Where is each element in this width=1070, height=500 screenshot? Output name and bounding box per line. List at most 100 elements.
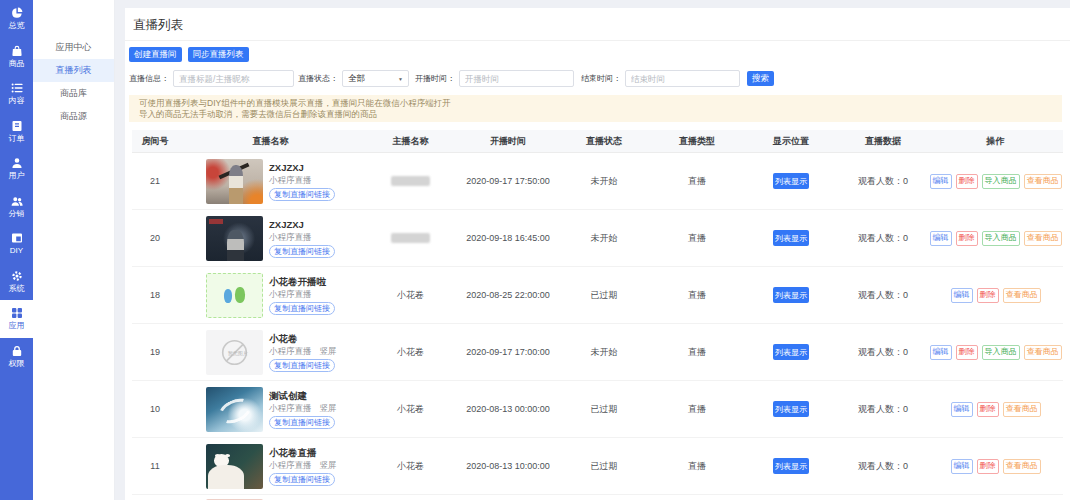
create-live-room-button[interactable]: 创建直播间 bbox=[129, 47, 182, 62]
delete-action-button[interactable]: 删除 bbox=[977, 459, 999, 474]
live-type-cell: 直播 bbox=[650, 210, 744, 266]
delete-action-button[interactable]: 删除 bbox=[956, 231, 978, 246]
sidebar-item-label: 总览 bbox=[9, 21, 25, 30]
delete-action-button[interactable]: 删除 bbox=[977, 288, 999, 303]
live-cover-thumbnail bbox=[206, 216, 263, 261]
view-action-button[interactable]: 查看商品 bbox=[1003, 288, 1041, 303]
table-row: 18小花卷开播啦小程序直播复制直播间链接小花卷2020-08-25 22:00:… bbox=[132, 267, 1063, 324]
actions-cell: 编辑删除查看商品 bbox=[928, 381, 1063, 437]
sidebar-item-apps[interactable]: 应用 bbox=[0, 300, 33, 338]
anchor-name-cell: 小花卷 bbox=[363, 324, 458, 380]
submenu-item-goods-lib[interactable]: 商品库 bbox=[33, 82, 114, 105]
edit-action-button[interactable]: 编辑 bbox=[930, 174, 952, 189]
delete-action-button[interactable]: 删除 bbox=[956, 345, 978, 360]
live-type-cell: 直播 bbox=[650, 153, 744, 209]
delete-action-button[interactable]: 删除 bbox=[956, 174, 978, 189]
sidebar-item-system[interactable]: 系统 bbox=[0, 263, 33, 301]
live-status-cell: 已过期 bbox=[558, 267, 650, 323]
live-status-cell: 已过期 bbox=[558, 381, 650, 437]
sync-live-list-button[interactable]: 同步直播列表 bbox=[188, 47, 249, 62]
list-display-button[interactable]: 列表显示 bbox=[773, 230, 809, 246]
content-list-icon bbox=[11, 82, 23, 94]
submenu-item-app-center[interactable]: 应用中心 bbox=[33, 36, 114, 59]
display-position-cell: 列表显示 bbox=[744, 267, 838, 323]
live-data-cell: 观看人数：0 bbox=[838, 267, 928, 323]
copy-live-link-button[interactable]: 复制直播间链接 bbox=[269, 302, 335, 315]
view-action-button[interactable]: 查看商品 bbox=[1024, 345, 1062, 360]
start-time-label: 开播时间： bbox=[415, 73, 455, 84]
sidebar-item-label: 内容 bbox=[9, 96, 25, 105]
anchor-name-blurred bbox=[391, 176, 430, 186]
delete-action-button[interactable]: 删除 bbox=[977, 402, 999, 417]
sidebar-item-distribution[interactable]: 分销 bbox=[0, 188, 33, 226]
live-status-cell: 未开始 bbox=[558, 153, 650, 209]
anchor-name-cell: 小花卷 bbox=[363, 381, 458, 437]
live-status-select[interactable]: 全部 ▼ bbox=[342, 70, 409, 87]
view-action-button[interactable]: 查看商品 bbox=[1003, 459, 1041, 474]
start-time-input[interactable] bbox=[459, 70, 574, 87]
sidebar-item-content[interactable]: 内容 bbox=[0, 75, 33, 113]
sidebar-item-overview[interactable]: 总览 bbox=[0, 0, 33, 38]
copy-live-link-button[interactable]: 复制直播间链接 bbox=[269, 245, 335, 258]
filter-bar: 直播信息： 直播状态： 全部 ▼ 开播时间： 结束时间： 搜索 bbox=[129, 70, 1070, 87]
list-display-button[interactable]: 列表显示 bbox=[773, 173, 809, 189]
column-header: 房间号 bbox=[132, 130, 178, 152]
edit-action-button[interactable]: 编辑 bbox=[930, 231, 952, 246]
list-display-button[interactable]: 列表显示 bbox=[773, 344, 809, 360]
anchor-name-cell bbox=[363, 153, 458, 209]
live-data-cell: 观看人数：0 bbox=[838, 324, 928, 380]
sidebar-item-order[interactable]: 订单 bbox=[0, 113, 33, 151]
edit-action-button[interactable]: 编辑 bbox=[930, 345, 952, 360]
list-display-button[interactable]: 列表显示 bbox=[773, 401, 809, 417]
sidebar-item-diy[interactable]: DIY bbox=[0, 225, 33, 263]
live-name-cell: 暂无图片小花卷小程序直播竖屏复制直播间链接 bbox=[178, 324, 363, 380]
user-icon bbox=[11, 157, 23, 169]
copy-live-link-button[interactable]: 复制直播间链接 bbox=[269, 359, 335, 372]
edit-action-button[interactable]: 编辑 bbox=[951, 288, 973, 303]
edit-action-button[interactable]: 编辑 bbox=[951, 402, 973, 417]
display-position-cell: 列表显示 bbox=[744, 438, 838, 494]
copy-live-link-button[interactable]: 复制直播间链接 bbox=[269, 188, 335, 201]
start-time-cell: 2020-08-13 10:00:00 bbox=[458, 438, 558, 494]
view-action-button[interactable]: 查看商品 bbox=[1024, 231, 1062, 246]
submenu-item-goods-source[interactable]: 商品源 bbox=[33, 105, 114, 128]
live-tag: 小程序直播 bbox=[269, 403, 312, 413]
view-action-button[interactable]: 查看商品 bbox=[1024, 174, 1062, 189]
list-display-button[interactable]: 列表显示 bbox=[773, 287, 809, 303]
import-action-button[interactable]: 导入商品 bbox=[982, 231, 1020, 246]
view-action-button[interactable]: 查看商品 bbox=[1003, 402, 1041, 417]
actions-cell: 编辑删除导入商品查看商品 bbox=[928, 153, 1063, 209]
sidebar-item-label: 应用 bbox=[9, 321, 25, 330]
copy-live-link-button[interactable]: 复制直播间链接 bbox=[269, 473, 335, 486]
live-info-input[interactable] bbox=[173, 70, 294, 87]
live-status-value: 全部 bbox=[348, 73, 365, 85]
sidebar-item-label: 系统 bbox=[9, 284, 25, 293]
room-id-cell: 19 bbox=[132, 324, 178, 380]
live-data-cell: 观看人数：0 bbox=[838, 153, 928, 209]
table-row: 11小花卷直播小程序直播竖屏复制直播间链接小花卷2020-08-13 10:00… bbox=[132, 438, 1063, 495]
live-tag: 竖屏 bbox=[320, 460, 337, 470]
column-header: 显示位置 bbox=[744, 130, 838, 152]
no-image-icon: 暂无图片 bbox=[220, 338, 249, 367]
list-display-button[interactable]: 列表显示 bbox=[773, 458, 809, 474]
live-data-cell: 观看人数：0 bbox=[838, 210, 928, 266]
end-time-input[interactable] bbox=[625, 70, 740, 87]
live-name: ZXJZXJ bbox=[269, 162, 304, 173]
edit-action-button[interactable]: 编辑 bbox=[951, 459, 973, 474]
import-action-button[interactable]: 导入商品 bbox=[982, 345, 1020, 360]
submenu-item-live-list[interactable]: 直播列表 bbox=[33, 59, 114, 82]
live-info-label: 直播信息： bbox=[129, 73, 169, 84]
sidebar-item-goods[interactable]: 商品 bbox=[0, 38, 33, 76]
live-data-cell: 观看人数：0 bbox=[838, 438, 928, 494]
anchor-name: 小花卷 bbox=[397, 346, 424, 359]
sidebar-item-label: DIY bbox=[10, 246, 23, 255]
actions-cell: 编辑删除导入商品查看商品 bbox=[928, 210, 1063, 266]
sidebar-item-user[interactable]: 用户 bbox=[0, 150, 33, 188]
import-action-button[interactable]: 导入商品 bbox=[982, 174, 1020, 189]
sidebar-item-auth[interactable]: 权限 bbox=[0, 338, 33, 376]
search-button[interactable]: 搜索 bbox=[747, 71, 774, 86]
sidebar-item-label: 商品 bbox=[9, 59, 25, 68]
copy-live-link-button[interactable]: 复制直播间链接 bbox=[269, 416, 335, 429]
anchor-name-blurred bbox=[391, 233, 430, 243]
live-status-cell: 未开始 bbox=[558, 210, 650, 266]
